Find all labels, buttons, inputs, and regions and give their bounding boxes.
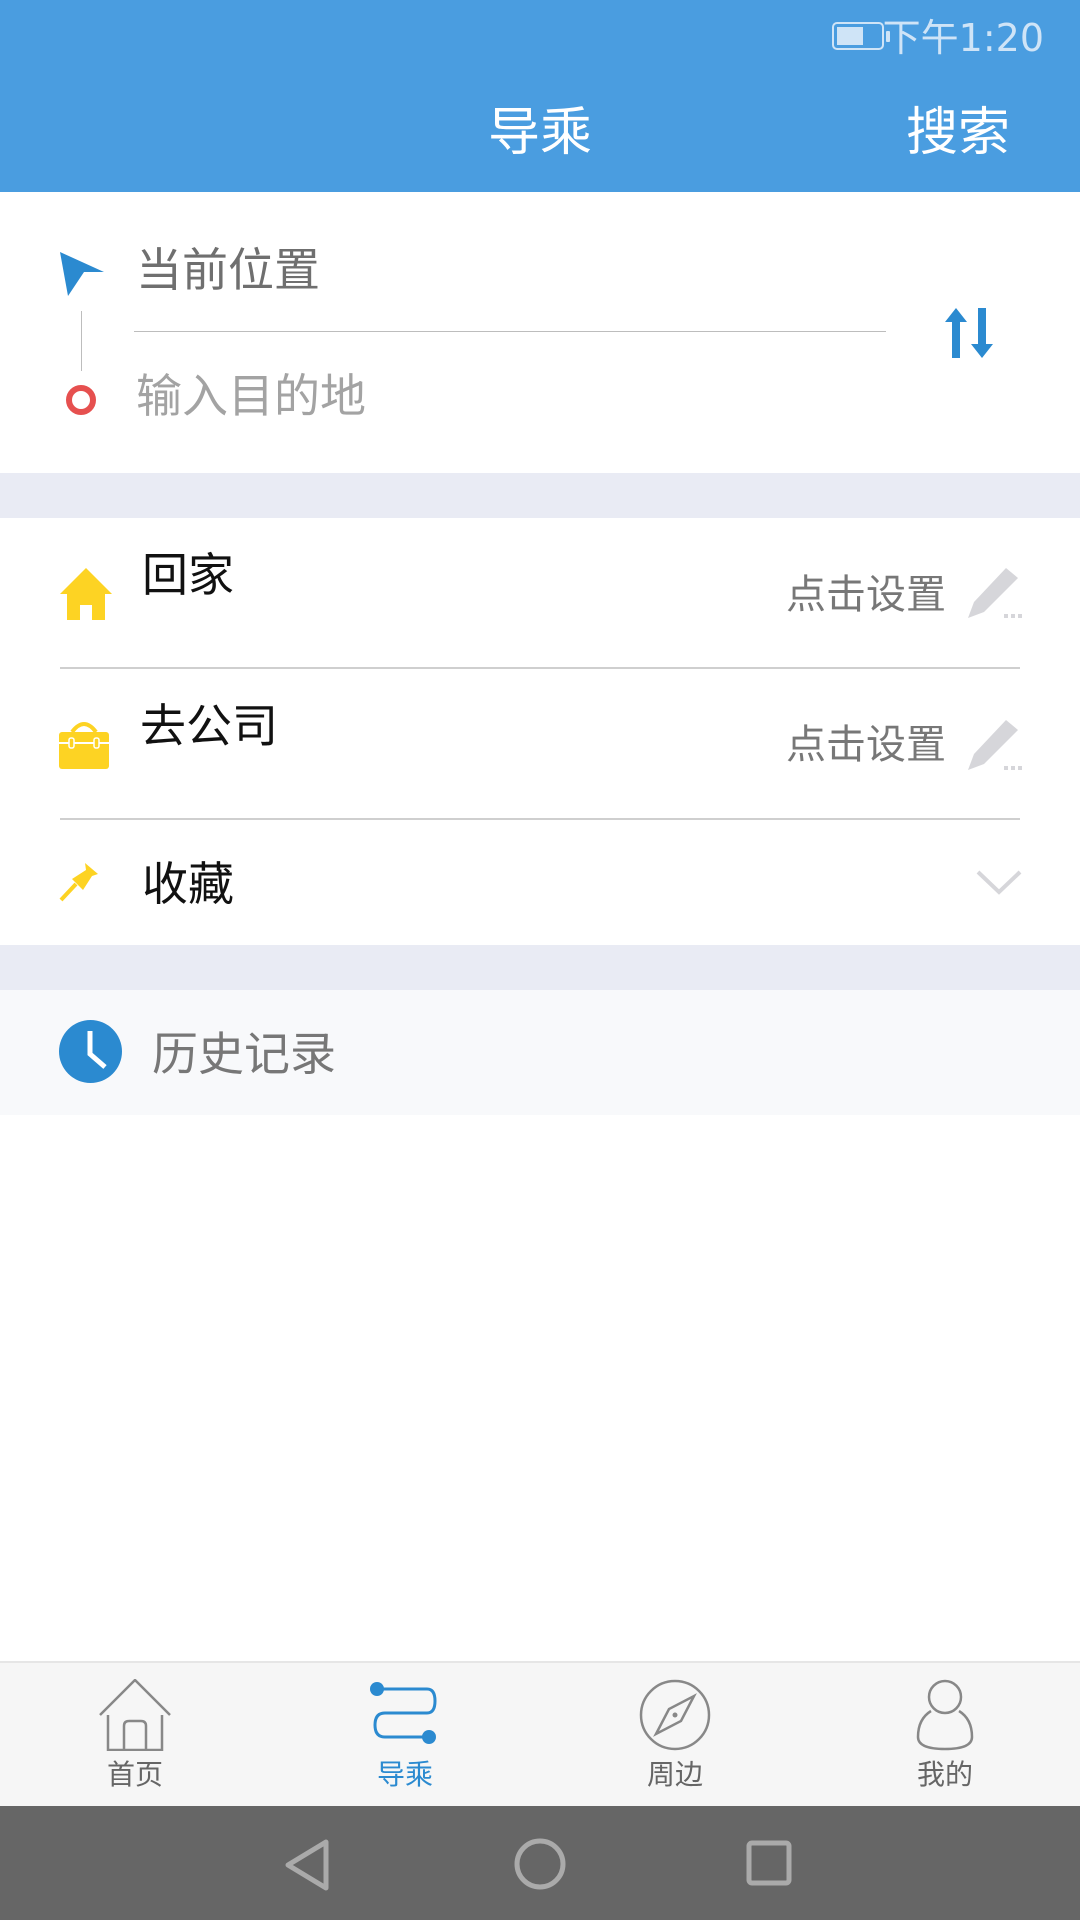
bottom-tab-bar: 首页 导乘 周边 我的 [0,1661,1080,1806]
tab-mine-label: 我的 [916,1758,973,1791]
tab-guide-label: 导乘 [376,1758,433,1791]
shortcut-company-set-button[interactable]: 点击设置 [786,718,946,772]
search-button[interactable]: 搜索 [906,100,1010,166]
home-circle-icon[interactable] [514,1838,566,1890]
app-header: 下午1:20 导乘 搜索 [0,0,1080,192]
destination-input[interactable]: 输入目的地 [136,366,366,426]
edit-pencil-icon[interactable] [966,564,1022,620]
origin-input[interactable]: 当前位置 [136,240,320,300]
route-connector-line [81,311,82,371]
edit-pencil-icon[interactable] [966,716,1022,772]
home-icon [60,568,112,620]
status-time: 下午1:20 [882,16,1044,60]
system-nav-bar [0,1806,1080,1920]
battery-icon [832,22,890,50]
location-arrow-icon [60,252,104,296]
tab-nearby[interactable]: 周边 [540,1663,810,1808]
back-icon[interactable] [284,1838,332,1892]
clock-icon [59,1020,122,1083]
chevron-down-icon[interactable] [976,870,1022,896]
shortcut-home-set-button[interactable]: 点击设置 [786,568,946,622]
compass-icon [639,1679,711,1751]
section-gap [0,473,1080,518]
tab-nearby-label: 周边 [646,1758,703,1791]
destination-dot-icon [66,385,96,415]
shortcut-company-label: 去公司 [140,699,278,753]
favorites-label: 收藏 [142,857,234,911]
briefcase-icon [59,722,109,769]
shortcut-home-label: 回家 [142,548,234,602]
tab-home-label: 首页 [106,1758,163,1791]
recents-icon[interactable] [746,1840,792,1886]
section-gap [0,945,1080,990]
tab-home[interactable]: 首页 [0,1663,270,1808]
user-icon [916,1679,974,1751]
swap-vertical-icon[interactable] [944,306,994,360]
home-outline-icon [99,1679,171,1751]
pin-icon [59,863,98,902]
history-label: 历史记录 [152,1027,336,1081]
route-divider [134,331,886,332]
tab-guide[interactable]: 导乘 [270,1663,540,1808]
route-input-panel [0,192,1080,473]
route-icon [370,1682,437,1744]
tab-mine[interactable]: 我的 [810,1663,1080,1808]
